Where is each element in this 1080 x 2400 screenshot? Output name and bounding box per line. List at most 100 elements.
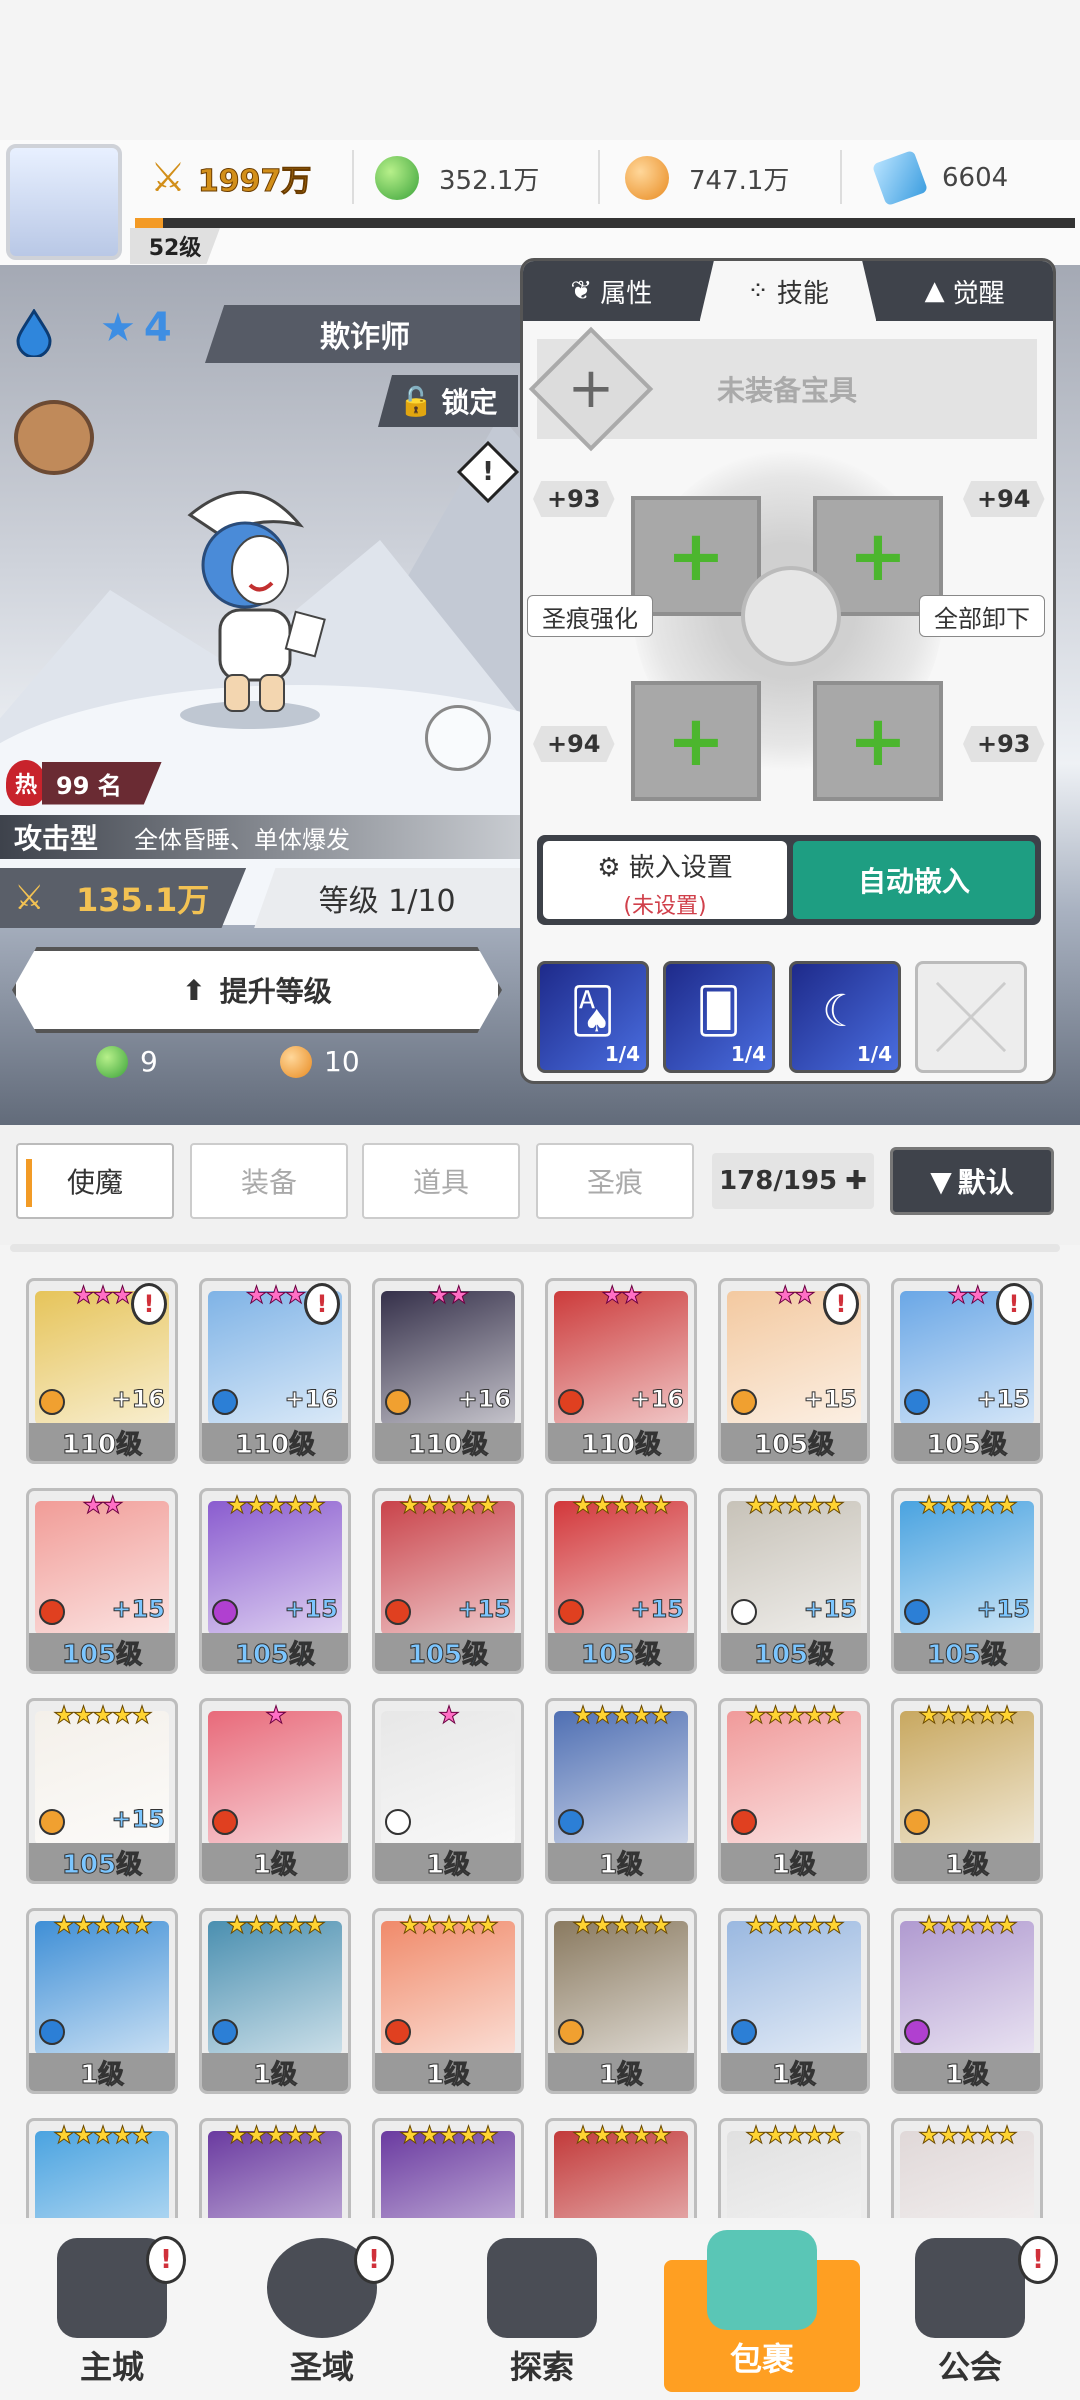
star-rating: ★★★★★ <box>53 1911 154 1940</box>
familiar-card[interactable]: ★★★★★ <box>545 2118 697 2218</box>
element-icon <box>39 2019 65 2045</box>
familiar-card[interactable]: ★★ +15 105级 <box>26 1488 178 1674</box>
familiar-card[interactable]: ★★★★★ +15 105级 <box>718 1488 870 1674</box>
familiar-card[interactable]: ★★★★★ 1级 <box>545 1698 697 1884</box>
enhance-level: +16 <box>111 1385 166 1414</box>
element-icon <box>212 2019 238 2045</box>
enhance-level: +16 <box>630 1385 685 1414</box>
guild-emblem-icon <box>915 2238 1025 2338</box>
familiar-card[interactable]: ★★★★★ 1级 <box>891 1908 1043 2094</box>
rune-bonus-tr: +94 <box>963 481 1045 517</box>
green-gem-amount: 352.1万 <box>439 165 540 196</box>
nav-backpack[interactable]: 包裹 <box>664 2230 860 2392</box>
familiar-level: 1级 <box>548 1843 694 1881</box>
sort-button[interactable]: ▼ 默认 <box>890 1147 1054 1215</box>
skill-card-empty[interactable] <box>915 961 1027 1073</box>
player-avatar[interactable] <box>6 144 122 260</box>
stigmata-slot-bottom-right[interactable]: + <box>813 681 943 801</box>
element-icon <box>904 2019 930 2045</box>
familiar-card[interactable]: ★★★ +16 110级! <box>26 1278 178 1464</box>
element-icon <box>558 1389 584 1415</box>
familiar-card[interactable]: ★★★★★ <box>199 2118 351 2218</box>
familiar-card[interactable]: ★ 1级 <box>199 1698 351 1884</box>
familiar-card[interactable]: ★★★★★ 1级 <box>372 1908 524 2094</box>
awaken-icon: ▲ <box>924 276 945 306</box>
familiar-card[interactable]: ★★★★★ +15 105级 <box>891 1488 1043 1674</box>
locked-bag-icon[interactable] <box>14 400 94 475</box>
auto-embed-button[interactable]: 自动嵌入 <box>793 841 1035 919</box>
hero-level: 等级 1/10 <box>254 868 520 928</box>
familiar-card[interactable]: ★★★ +16 110级! <box>199 1278 351 1464</box>
tab-familiars[interactable]: 使魔 <box>16 1143 174 1219</box>
familiar-card[interactable]: ★★★★★ <box>718 2118 870 2218</box>
familiar-card[interactable]: ★★★★★ 1级 <box>891 1698 1043 1884</box>
familiar-card[interactable]: ★★ +15 105级! <box>718 1278 870 1464</box>
familiar-card[interactable]: ★★★★★ 1级 <box>545 1908 697 2094</box>
star-rating: ★★★★★ <box>918 1701 1019 1730</box>
capacity-count: 178/195 <box>719 1166 838 1196</box>
skills-icon: ⁘ <box>747 276 769 306</box>
embed-status: (未设置) <box>623 894 707 919</box>
skill-card-2[interactable]: 🂠 1/4 <box>663 961 775 1073</box>
hot-rank: 99 名 <box>42 761 162 805</box>
hero-power-box: ⚔ 135.1万 <box>0 868 247 928</box>
familiar-card[interactable]: ★★★★★ 1级 <box>199 1908 351 2094</box>
familiar-card[interactable]: ★★★★★ +15 105级 <box>26 1698 178 1884</box>
familiar-card[interactable]: ★★★★★ 1级 <box>718 1908 870 2094</box>
element-icon <box>212 1389 238 1415</box>
lock-button[interactable]: 🔓 锁定 <box>378 375 518 427</box>
familiar-card[interactable]: ★ 1级 <box>372 1698 524 1884</box>
unequip-all-button[interactable]: 全部卸下 <box>919 595 1045 637</box>
diamond-display[interactable]: 6604 <box>871 149 1008 207</box>
familiar-level: 1级 <box>721 1843 867 1881</box>
skill-card-3[interactable]: ☾ 1/4 <box>789 961 901 1073</box>
power-display: ⚔ 1997万 <box>150 150 312 206</box>
green-gem-icon <box>375 156 419 200</box>
element-icon <box>385 1809 411 1835</box>
star-icon: ★ <box>100 305 136 351</box>
tab-skills[interactable]: ⁘ 技能 <box>699 261 877 321</box>
upgrade-level-button[interactable]: ⬆ 提升等级 <box>12 947 502 1033</box>
tab-items[interactable]: 道具 <box>362 1143 520 1219</box>
skill-card-1[interactable]: 🂡 1/4 <box>537 961 649 1073</box>
familiar-card[interactable]: ★★★★★ 1级 <box>26 1908 178 2094</box>
familiar-card[interactable]: ★★★★★ <box>26 2118 178 2218</box>
stigmata-slots: + + + + +93 +94 +94 +93 圣痕强化 全部卸下 <box>523 451 1053 811</box>
divider <box>598 150 600 204</box>
stigmata-enhance-button[interactable]: 圣痕强化 <box>527 595 653 637</box>
tab-equipment[interactable]: 装备 <box>190 1143 348 1219</box>
playing-cards-icon: 🂡 <box>570 986 616 1037</box>
tab-stigmata[interactable]: 圣痕 <box>536 1143 694 1219</box>
familiar-card[interactable]: ★★★★★ <box>891 2118 1043 2218</box>
familiar-card[interactable]: ★★ +16 110级 <box>372 1278 524 1464</box>
embed-setting-button[interactable]: ⚙ 嵌入设置 (未设置) <box>543 841 787 919</box>
star-rating: ★★★★★ <box>572 1491 673 1520</box>
hero-character-sprite[interactable] <box>150 475 350 735</box>
familiar-level: 1级 <box>202 2053 348 2091</box>
hero-stats-row: ⚔ 135.1万 等级 1/10 <box>0 868 520 928</box>
element-icon <box>904 1389 930 1415</box>
stigmata-slot-bottom-left[interactable]: + <box>631 681 761 801</box>
capacity-counter[interactable]: 178/195 ✚ <box>712 1153 874 1209</box>
view-eye-icon[interactable] <box>425 705 491 771</box>
tab-awaken[interactable]: ▲ 觉醒 <box>876 261 1053 321</box>
familiar-card[interactable]: ★★★★★ <box>372 2118 524 2218</box>
tab-attributes[interactable]: ❦ 属性 <box>523 261 700 321</box>
star-rating: ★★★★★ <box>745 1911 846 1940</box>
familiar-card[interactable]: ★★ +15 105级! <box>891 1278 1043 1464</box>
familiar-card[interactable]: ★★ +16 110级 <box>545 1278 697 1464</box>
inventory-tabs: 使魔 装备 道具 圣痕 178/195 ✚ ▼ 默认 <box>0 1125 1080 1245</box>
star-rating: ★★ <box>82 1491 124 1520</box>
familiar-card[interactable]: ★★★★★ +15 105级 <box>545 1488 697 1674</box>
star-rating: ★★★★★ <box>226 1491 327 1520</box>
familiar-card[interactable]: ★★★★★ 1级 <box>718 1698 870 1884</box>
star-count: 4 <box>143 305 172 351</box>
element-icon <box>731 1389 757 1415</box>
familiar-card[interactable]: ★★★★★ +15 105级 <box>372 1488 524 1674</box>
upgrade-cost-gold: 10 <box>280 1045 360 1078</box>
familiar-card[interactable]: ★★★★★ +15 105级 <box>199 1488 351 1674</box>
xp-bar <box>135 218 1075 228</box>
green-gem-icon <box>96 1045 128 1078</box>
nav-explore[interactable]: 探索 <box>442 2224 642 2400</box>
gold-display[interactable]: 747.1万 <box>625 150 789 206</box>
